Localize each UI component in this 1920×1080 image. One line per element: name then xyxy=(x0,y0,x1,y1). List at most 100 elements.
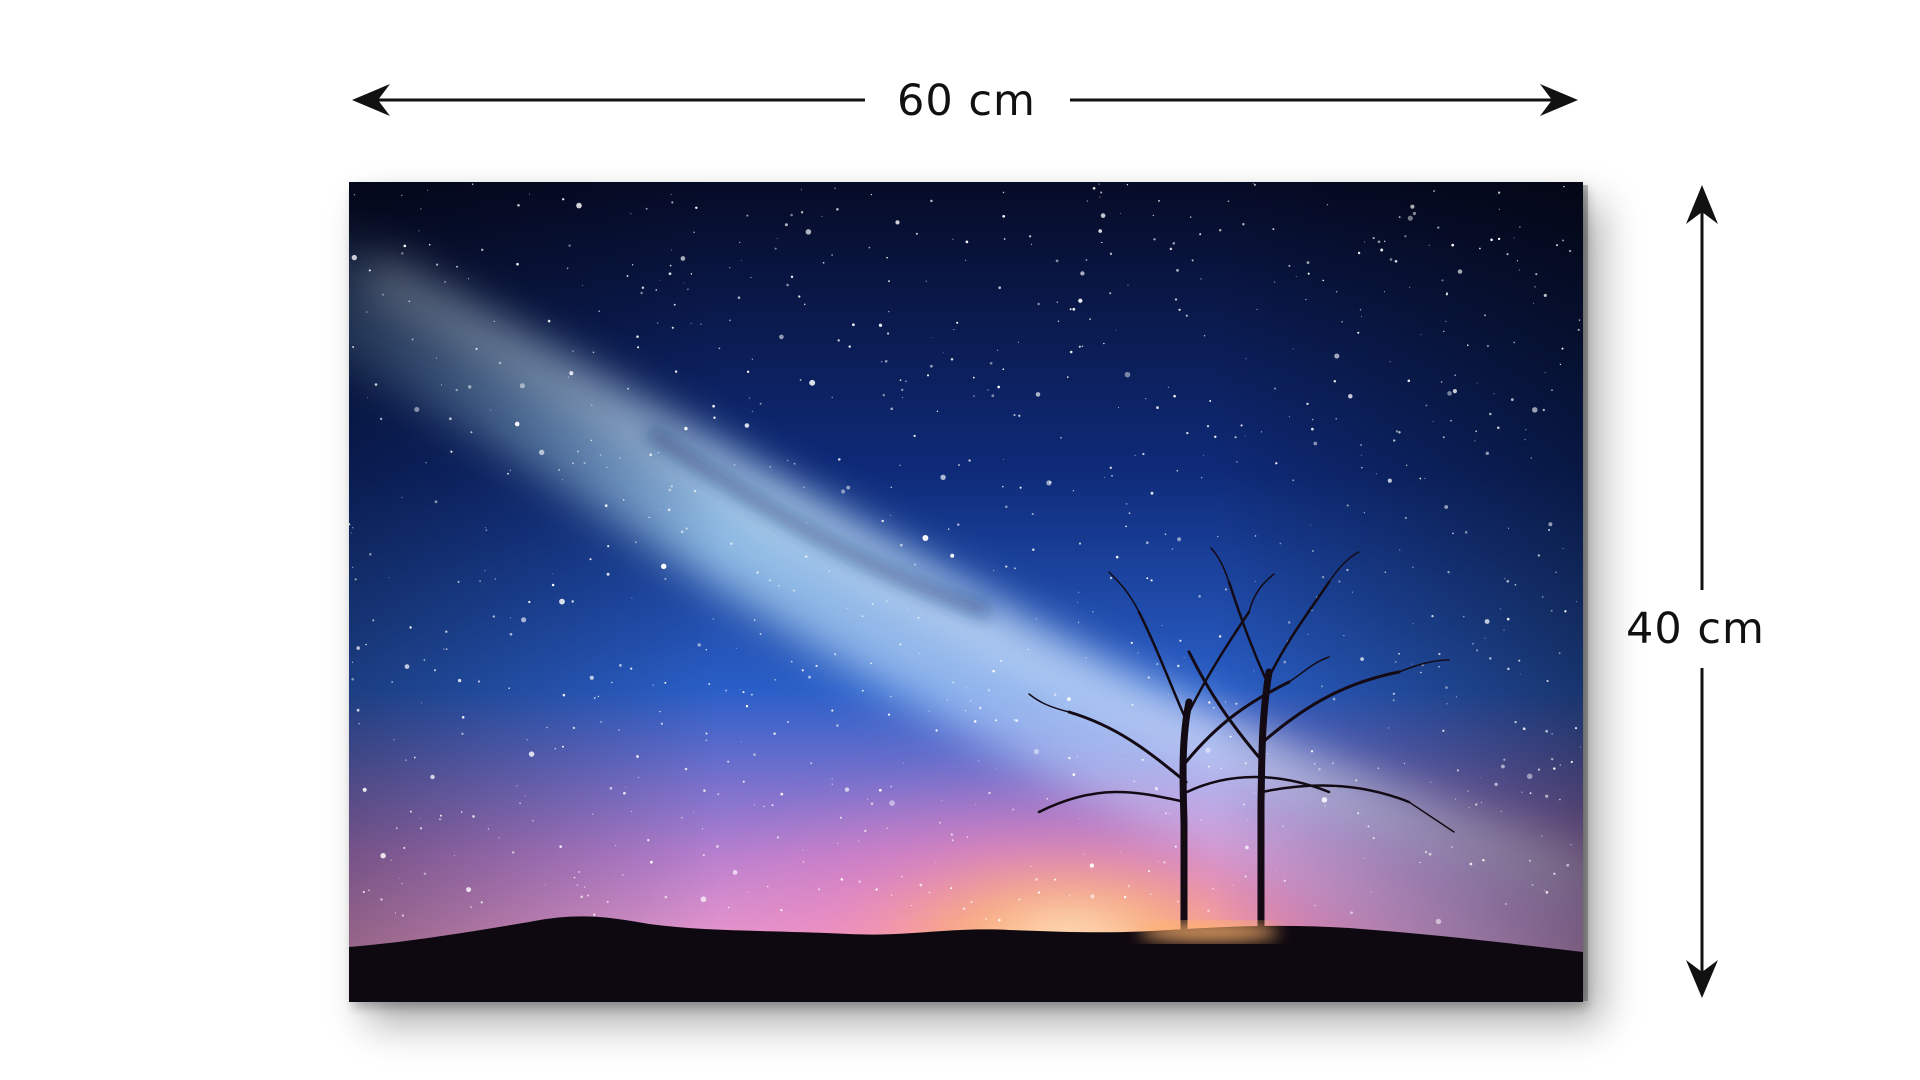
star xyxy=(1518,659,1521,662)
star xyxy=(1146,577,1149,580)
star xyxy=(1570,844,1572,846)
star xyxy=(1178,308,1181,311)
star xyxy=(1256,308,1258,310)
star xyxy=(1209,400,1212,402)
star xyxy=(973,395,975,397)
star xyxy=(1156,406,1159,409)
star xyxy=(1419,477,1422,480)
star xyxy=(609,786,613,790)
star xyxy=(965,240,969,244)
star xyxy=(1147,870,1151,873)
star xyxy=(1100,213,1106,218)
star xyxy=(1360,657,1364,661)
star xyxy=(546,726,548,729)
star xyxy=(630,811,632,813)
star xyxy=(1150,579,1153,582)
star xyxy=(1541,596,1544,598)
star xyxy=(1218,229,1222,232)
star xyxy=(886,600,888,603)
star xyxy=(1535,272,1538,276)
star xyxy=(671,201,674,204)
star xyxy=(395,827,398,830)
star xyxy=(436,357,438,359)
star xyxy=(1424,850,1428,854)
star xyxy=(1364,241,1366,243)
star xyxy=(729,319,731,322)
star xyxy=(870,662,872,665)
star xyxy=(593,696,596,700)
star xyxy=(1099,196,1101,198)
star xyxy=(635,541,637,543)
star xyxy=(532,819,534,822)
star xyxy=(1433,190,1436,193)
star xyxy=(936,410,939,412)
star xyxy=(1394,259,1398,263)
star xyxy=(774,535,776,537)
star xyxy=(1127,284,1129,286)
star xyxy=(1447,570,1450,574)
star xyxy=(1430,781,1432,783)
star xyxy=(1486,344,1490,348)
star xyxy=(1451,243,1455,247)
star xyxy=(434,500,438,504)
star xyxy=(800,211,804,214)
star xyxy=(1553,767,1556,770)
star xyxy=(1046,797,1049,800)
star xyxy=(799,379,802,381)
star xyxy=(821,215,823,217)
star xyxy=(1377,767,1380,770)
star xyxy=(987,389,989,391)
star xyxy=(606,572,610,576)
star xyxy=(744,423,750,428)
star xyxy=(1310,524,1311,526)
star xyxy=(1150,893,1152,896)
star xyxy=(1185,314,1188,317)
star xyxy=(1273,281,1276,283)
star xyxy=(1545,890,1549,894)
star xyxy=(1479,247,1481,250)
star xyxy=(1176,469,1179,472)
star xyxy=(680,530,684,534)
star xyxy=(779,334,784,340)
star xyxy=(735,647,737,649)
star xyxy=(592,351,595,354)
star xyxy=(568,244,571,247)
star xyxy=(562,198,565,201)
star xyxy=(1522,727,1526,731)
star xyxy=(1098,183,1100,185)
star xyxy=(1191,259,1194,262)
star xyxy=(637,346,640,349)
star xyxy=(1078,817,1080,819)
star xyxy=(367,397,368,399)
star xyxy=(1568,249,1572,253)
star xyxy=(1069,350,1073,354)
star xyxy=(1163,860,1166,864)
star xyxy=(1141,758,1144,761)
star xyxy=(404,664,410,669)
star xyxy=(1190,216,1192,218)
star xyxy=(1550,609,1553,612)
star xyxy=(1077,602,1079,604)
star xyxy=(1489,657,1492,660)
star xyxy=(1455,696,1457,698)
star xyxy=(516,785,518,787)
star xyxy=(1370,891,1372,893)
star xyxy=(1506,579,1510,583)
star xyxy=(1186,431,1189,435)
star xyxy=(998,286,1001,289)
star xyxy=(786,459,789,462)
star xyxy=(828,570,831,572)
star xyxy=(886,332,890,335)
star xyxy=(987,689,991,692)
star xyxy=(1288,264,1291,267)
star xyxy=(1003,238,1006,240)
star xyxy=(690,273,693,275)
star xyxy=(740,259,742,261)
star xyxy=(1548,528,1551,531)
star xyxy=(831,778,833,780)
star xyxy=(1072,307,1076,311)
star xyxy=(685,527,688,530)
star xyxy=(834,653,837,656)
star xyxy=(1078,298,1083,303)
star xyxy=(712,618,714,620)
